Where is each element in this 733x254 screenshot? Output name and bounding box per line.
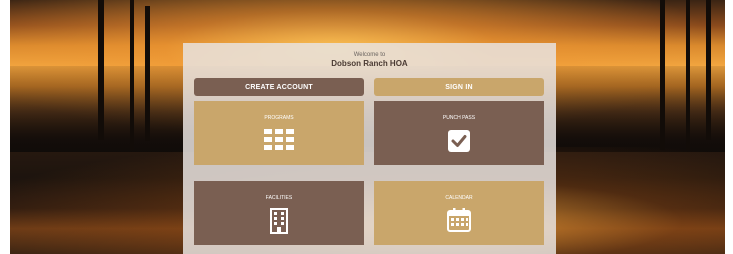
facilities-tile[interactable]: FACILITIES [194, 181, 364, 245]
punch-pass-label: PUNCH PASS [442, 115, 476, 121]
community-name: Dobson Ranch HOA [331, 59, 408, 68]
welcome-text: Welcome to [353, 52, 386, 58]
calendar-label: CALENDAR [445, 195, 473, 201]
calendar-icon [447, 208, 471, 232]
palm-tree [98, 0, 104, 140]
palm-tree [706, 0, 711, 140]
punch-pass-tile[interactable]: PUNCH PASS [374, 101, 544, 165]
building-icon [270, 208, 288, 234]
facilities-label: FACILITIES [265, 195, 293, 201]
grid-icon [264, 129, 294, 150]
palm-tree [130, 0, 134, 150]
palm-tree [686, 0, 690, 150]
sign-in-button[interactable]: SIGN IN [374, 78, 544, 96]
palm-tree [145, 6, 150, 141]
calendar-tile[interactable]: CALENDAR [374, 181, 544, 245]
palm-tree [660, 0, 665, 150]
create-account-button[interactable]: CREATE ACCOUNT [194, 78, 364, 96]
programs-tile[interactable]: PROGRAMS [194, 101, 364, 165]
checkbox-icon [448, 130, 470, 152]
programs-label: PROGRAMS [264, 115, 294, 121]
